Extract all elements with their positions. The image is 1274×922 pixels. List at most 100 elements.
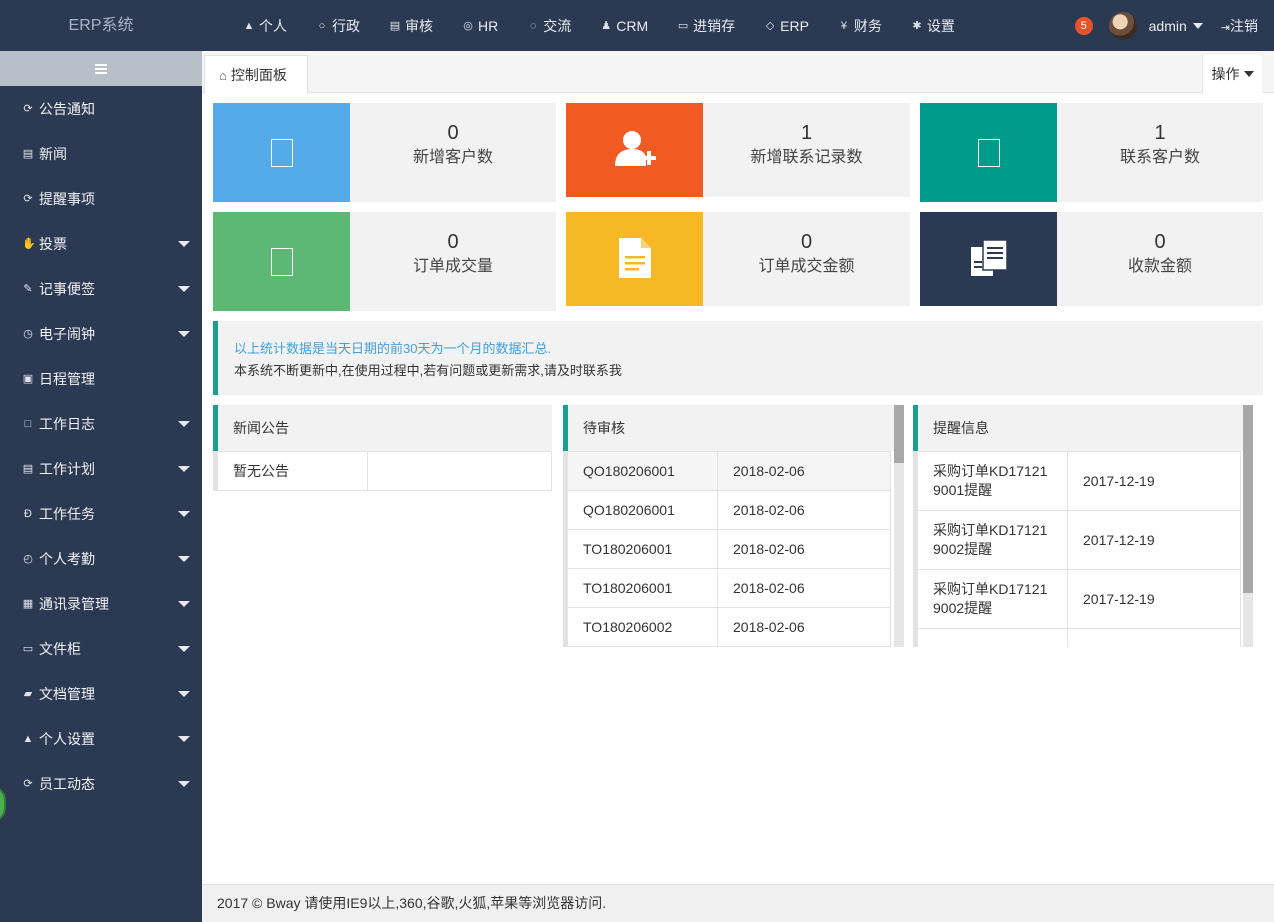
folder-icon: ▭ bbox=[677, 20, 689, 32]
top-nav-item[interactable]: ▲ 个人 bbox=[228, 0, 301, 51]
top-nav-item[interactable]: ¥ 财务 bbox=[823, 0, 896, 51]
reminder-text[interactable]: 采购订单KD171219002提醒 bbox=[913, 510, 1068, 570]
pending-date: 2018-02-06 bbox=[717, 490, 891, 530]
hand-icon: ✋ bbox=[22, 238, 36, 250]
sidebar-item[interactable]: ⟳ 提醒事项 bbox=[0, 176, 202, 221]
reminder-date: 2017-12-19 bbox=[1067, 569, 1241, 629]
pending-code[interactable]: QO180206001 bbox=[563, 490, 718, 530]
stat-card-text: 0 收款金额 bbox=[1057, 229, 1263, 279]
table-row[interactable]: 销售订单5445提醒2017-12-19 bbox=[913, 628, 1241, 647]
table-row[interactable]: 采购订单KD171219001提醒 2017-12-19 bbox=[913, 451, 1241, 511]
notice-line-2: 本系统不断更新中,在使用过程中,若有问题或更新需求,请及时联系我 bbox=[234, 363, 622, 378]
top-nav-item[interactable]: ◎ HR bbox=[447, 0, 512, 51]
stat-card[interactable]: 1 联系客户数 bbox=[920, 103, 1263, 202]
stat-label: 新增联系记录数 bbox=[750, 149, 863, 166]
notification-badge[interactable]: 5 bbox=[1074, 16, 1093, 35]
user-icon: ▲ bbox=[243, 19, 255, 32]
sidebar-toggle-button[interactable] bbox=[0, 51, 202, 86]
sidebar-item[interactable]: ✎ 记事便签 bbox=[0, 266, 202, 311]
top-nav-item[interactable]: ○ 行政 bbox=[301, 0, 374, 51]
logout-label: 注销 bbox=[1230, 17, 1258, 34]
table-row[interactable]: TO180206001 2018-02-06 bbox=[563, 568, 891, 608]
sidebar-item[interactable]: ▦ 通讯录管理 bbox=[0, 581, 202, 626]
caret-down-icon bbox=[178, 511, 190, 517]
reminder-text[interactable]: 采购订单KD171219001提醒 bbox=[913, 451, 1068, 511]
tab-dashboard[interactable]: ⌂ 控制面板 bbox=[204, 55, 308, 94]
stat-card[interactable]: 0 收款金额 bbox=[920, 212, 1263, 306]
caret-down-icon bbox=[178, 286, 190, 292]
sidebar-item[interactable]: ▲ 个人设置 bbox=[0, 716, 202, 761]
stat-card[interactable]: 0 订单成交量 bbox=[213, 212, 556, 311]
sidebar-item-label: 个人考勤 bbox=[39, 550, 95, 567]
table-row[interactable]: QO180206001 2018-02-06 bbox=[563, 451, 891, 491]
sidebar-item[interactable]: ▤ 新闻 bbox=[0, 131, 202, 176]
sidebar-item[interactable]: □ 工作日志 bbox=[0, 401, 202, 446]
operations-dropdown[interactable]: 操作 bbox=[1202, 55, 1262, 93]
sidebar-item-label: 日程管理 bbox=[39, 370, 95, 387]
pending-code[interactable]: TO180206002 bbox=[563, 607, 718, 647]
pending-scroll-area[interactable]: 待审核 QO180206001 2018-02-06 QO180206001 2018… bbox=[563, 405, 904, 647]
calendar-icon: ▤ bbox=[389, 20, 401, 32]
sidebar-item[interactable]: ▤ 工作计划 bbox=[0, 446, 202, 491]
brand-logo[interactable]: ERP系统 bbox=[0, 0, 202, 51]
caret-down-icon bbox=[178, 736, 190, 742]
avatar[interactable] bbox=[1108, 11, 1137, 40]
files-icon bbox=[969, 238, 1009, 281]
sidebar-item[interactable]: ▣ 日程管理 bbox=[0, 356, 202, 401]
table-row[interactable]: TO180206001 2018-02-06 bbox=[563, 529, 891, 569]
table-row[interactable]: TO180206002 2018-02-06 bbox=[563, 607, 891, 647]
sidebar-item[interactable]: ✋ 投票 bbox=[0, 221, 202, 266]
reminder-text[interactable]: 采购订单KD171219002提醒 bbox=[913, 569, 1068, 629]
sidebar: ⟳ 公告通知 ▤ 新闻 ⟳ 提醒事项 ✋ 投票 ✎ 记事便签 ◷ 电子闹钟 ▣ 日程管理 □ 工作日志 ▤ 工作计… bbox=[0, 51, 202, 922]
top-nav-item[interactable]: ♟ CRM bbox=[585, 0, 662, 51]
reminder-text[interactable]: 销售订单5445提醒 bbox=[913, 628, 1068, 647]
top-nav-item[interactable]: ▤ 审核 bbox=[374, 0, 447, 51]
top-nav-item[interactable]: ▭ 进销存 bbox=[662, 0, 749, 51]
table-row[interactable]: 采购订单KD171219002提醒 2017-12-19 bbox=[913, 510, 1241, 570]
chevron-down-icon bbox=[1243, 71, 1254, 77]
stat-card[interactable]: 1 新增联系记录数 bbox=[566, 103, 910, 197]
table-row[interactable]: 采购订单KD171219002提醒 2017-12-19 bbox=[913, 569, 1241, 629]
pending-scrollbar-thumb[interactable] bbox=[894, 405, 904, 463]
sidebar-item[interactable]: ⟳ 公告通知 bbox=[0, 86, 202, 131]
news-empty-cell: 暂无公告 bbox=[213, 451, 368, 491]
user-menu[interactable]: admin bbox=[1149, 18, 1203, 34]
sidebar-item[interactable]: ▰ 文档管理 bbox=[0, 671, 202, 716]
logout-link[interactable]: ⇥注销 bbox=[1221, 16, 1258, 36]
sidebar-item[interactable]: ▭ 文件柜 bbox=[0, 626, 202, 671]
stat-card[interactable]: 0 新增客户数 bbox=[213, 103, 556, 202]
top-nav-menu: ▲ 个人 ○ 行政 ▤ 审核 ◎ HR ◌ 交流 ♟ CRM ▭ 进销存 ◇ ERP ¥ 财务 ✱ 设置 bbox=[228, 0, 969, 51]
top-navbar: ERP系统 ▲ 个人 ○ 行政 ▤ 审核 ◎ HR ◌ 交流 ♟ CRM ▭ 进销存 ◇ ERP ¥ 财务 ✱ 设置 … bbox=[0, 0, 1274, 51]
news-panel: 新闻公告 暂无公告 bbox=[213, 405, 552, 491]
stat-card-text: 0 订单成交量 bbox=[350, 229, 556, 279]
sidebar-item[interactable]: ⟳ 员工动态 bbox=[0, 761, 202, 806]
stat-value: 0 bbox=[447, 231, 459, 253]
sidebar-item[interactable]: Đ 工作任务 bbox=[0, 491, 202, 536]
pending-date: 2018-02-06 bbox=[717, 529, 891, 569]
pending-code[interactable]: TO180206001 bbox=[563, 568, 718, 608]
sidebar-item[interactable]: ◴ 个人考勤 bbox=[0, 536, 202, 581]
top-nav-item[interactable]: ◇ ERP bbox=[749, 0, 823, 51]
top-nav-item[interactable]: ✱ 设置 bbox=[896, 0, 969, 51]
chat-icon: ◌ bbox=[529, 19, 537, 32]
cube-icon: ◇ bbox=[765, 20, 775, 32]
sidebar-item[interactable]: ◷ 电子闹钟 bbox=[0, 311, 202, 356]
sidebar-item-label: 个人设置 bbox=[39, 730, 95, 747]
pending-panel-title: 待审核 bbox=[563, 405, 894, 451]
stat-card-icon-area bbox=[566, 212, 703, 306]
tab-label: 控制面板 bbox=[230, 67, 287, 83]
top-nav-item[interactable]: ◌ 交流 bbox=[512, 0, 585, 51]
caret-down-icon bbox=[178, 691, 190, 697]
pending-table: QO180206001 2018-02-06 QO180206001 2018-02-… bbox=[563, 451, 891, 647]
user-name: admin bbox=[1148, 17, 1187, 34]
table-row[interactable]: QO180206001 2018-02-06 bbox=[563, 490, 891, 530]
reminder-scrollbar[interactable] bbox=[1243, 405, 1253, 647]
stat-value: 0 bbox=[800, 231, 813, 253]
reminder-scrollbar-thumb[interactable] bbox=[1243, 405, 1253, 593]
pending-code[interactable]: TO180206001 bbox=[563, 529, 718, 569]
pending-scrollbar[interactable] bbox=[894, 405, 904, 647]
reminder-scroll-area[interactable]: 提醒信息 采购订单KD171219001提醒 2017-12-19 采购订单KD17… bbox=[913, 405, 1253, 647]
stat-card[interactable]: 0 订单成交金额 bbox=[566, 212, 910, 306]
top-nav-label: 行政 bbox=[332, 17, 360, 34]
pending-code[interactable]: QO180206001 bbox=[563, 451, 718, 491]
